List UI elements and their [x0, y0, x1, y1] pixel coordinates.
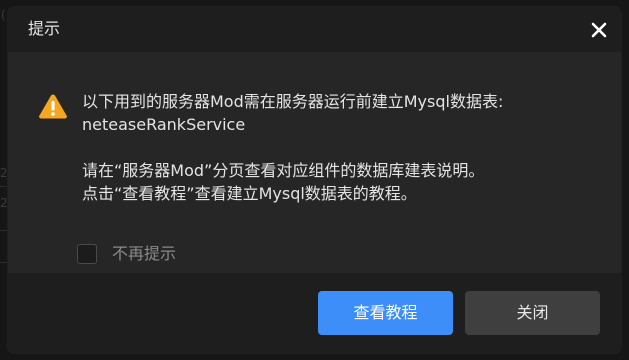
message-line: 点击“查看教程”查看建立Mysql数据表的教程。	[82, 184, 417, 203]
prompt-dialog: 提示 以下用到的服务器Mod需在服务器运行前建立Mysql数据表: neteas…	[8, 7, 621, 353]
message-service-name: neteaseRankService	[82, 115, 246, 134]
background-divider	[0, 262, 8, 263]
view-tutorial-button[interactable]: 查看教程	[318, 291, 453, 335]
close-dialog-button[interactable]: 关闭	[465, 291, 600, 335]
background-text-fragment: (	[1, 8, 6, 22]
warning-triangle-icon	[38, 93, 68, 119]
dont-show-again-label[interactable]: 不再提示	[112, 244, 176, 264]
background-text-fragment: 2	[0, 196, 8, 210]
dont-show-again-row[interactable]: 不再提示	[77, 243, 176, 265]
message-line: 请在“服务器Mod”分页查看对应组件的数据库建表说明。	[82, 161, 485, 180]
background-divider	[0, 186, 8, 187]
dont-show-again-checkbox[interactable]	[77, 244, 97, 264]
background-text-fragment: 2	[0, 166, 8, 180]
dialog-titlebar: 提示	[8, 7, 621, 52]
message-line: 以下用到的服务器Mod需在服务器运行前建立Mysql数据表:	[82, 92, 504, 111]
close-icon	[591, 22, 607, 38]
close-button[interactable]	[589, 20, 609, 40]
dialog-footer: 查看教程 关闭	[8, 273, 621, 353]
background-divider	[0, 230, 8, 231]
dialog-title: 提示	[28, 19, 61, 38]
